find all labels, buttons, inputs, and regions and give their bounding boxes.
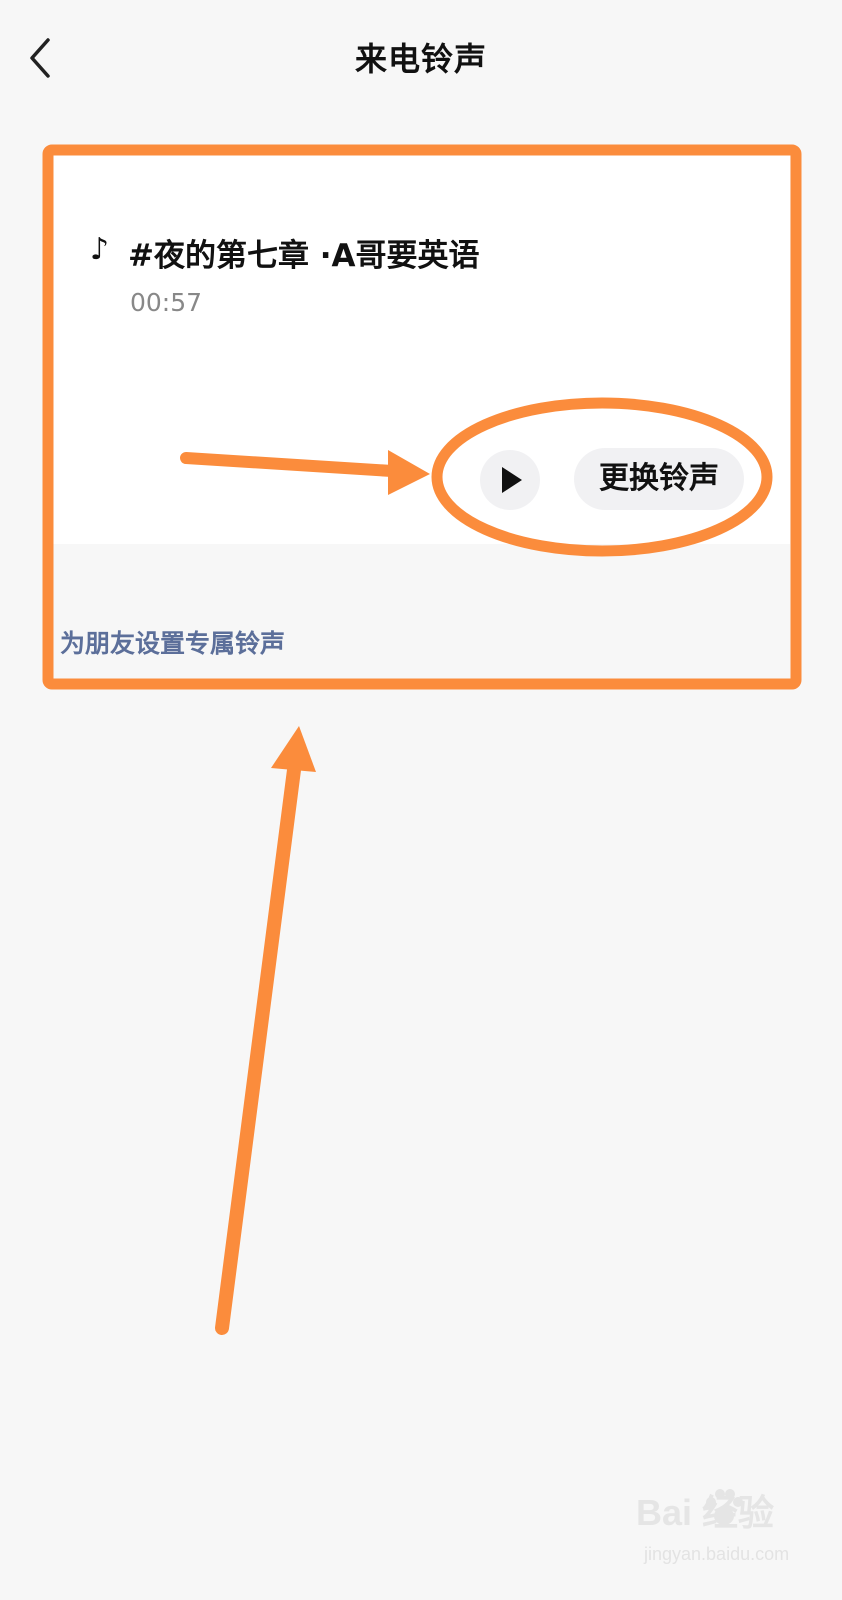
page-title: 来电铃声 (354, 40, 487, 78)
set-friend-ringtone-link[interactable]: 为朋友设置专属铃声 (60, 624, 285, 660)
arrow-up-annotation (215, 726, 316, 1335)
play-icon (502, 467, 522, 493)
change-ringtone-button[interactable]: 更换铃声 (574, 448, 744, 510)
play-button[interactable] (480, 450, 540, 510)
paw-icon (706, 1489, 743, 1525)
ringtone-duration: 00:57 (130, 288, 203, 317)
baidu-watermark: Bai 经验 jingyan.baidu.com (636, 1484, 826, 1584)
watermark-url: jingyan.baidu.com (644, 1544, 790, 1564)
header: 来电铃声 (0, 0, 842, 120)
music-note-icon: ♪ (90, 232, 110, 267)
ringtone-title: #夜的第七章 ·A哥要英语 (128, 238, 480, 274)
